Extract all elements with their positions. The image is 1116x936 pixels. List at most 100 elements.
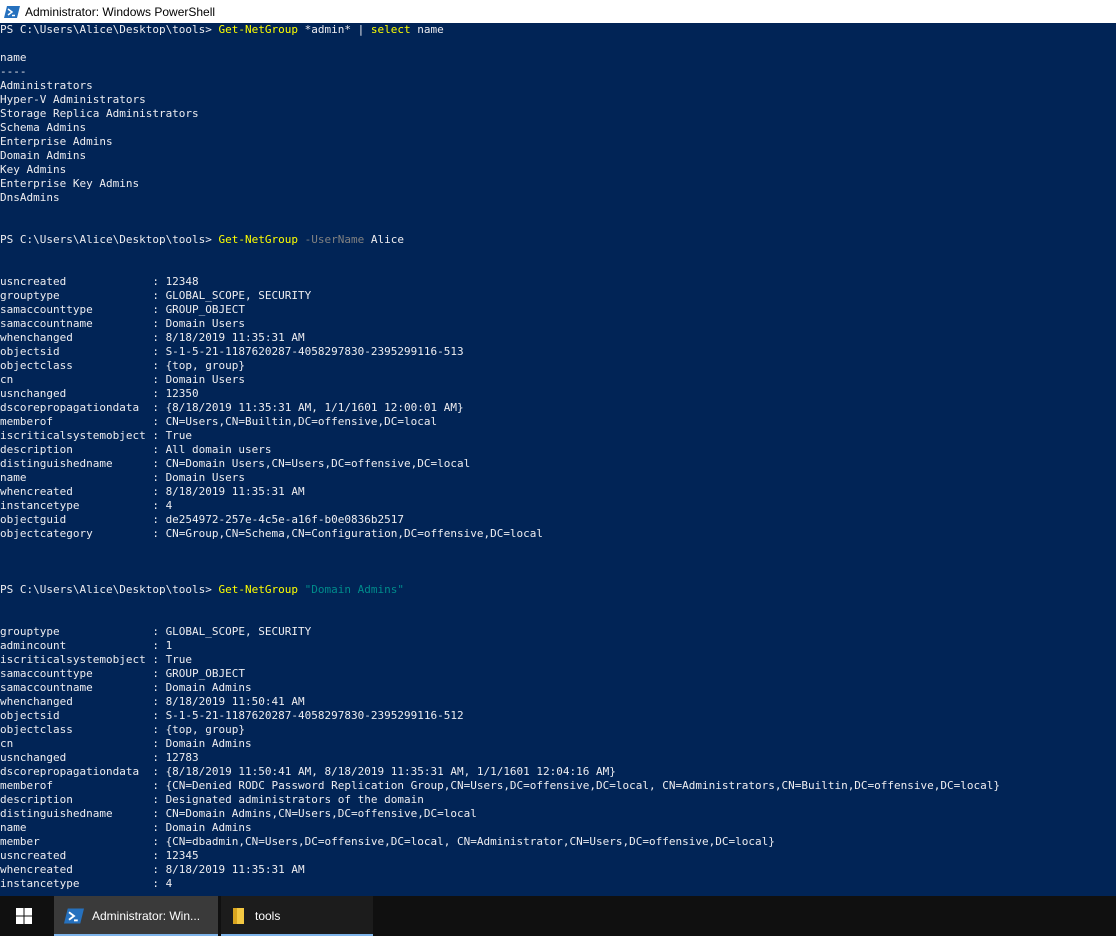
console-line: objectsid : S-1-5-21-1187620287-40582978… bbox=[0, 709, 1116, 723]
console-line: Administrators bbox=[0, 79, 1116, 93]
console-text: instancetype : 4 bbox=[0, 877, 173, 890]
folder-icon bbox=[233, 908, 244, 924]
console-text: memberof : {CN=Denied RODC Password Repl… bbox=[0, 779, 1001, 792]
console-text: objectcategory : CN=Group,CN=Schema,CN=C… bbox=[0, 527, 544, 540]
console-line: whenchanged : 8/18/2019 11:35:31 AM bbox=[0, 331, 1116, 345]
console-line: objectsid : S-1-5-21-1187620287-40582978… bbox=[0, 345, 1116, 359]
console-text: member : {CN=dbadmin,CN=Users,DC=offensi… bbox=[0, 835, 775, 848]
console-text: Domain Admins bbox=[0, 149, 87, 162]
console-line: objectclass : {top, group} bbox=[0, 723, 1116, 737]
console-text: PS C:\Users\Alice\Desktop\tools> bbox=[0, 233, 219, 246]
console-text: Key Admins bbox=[0, 163, 67, 176]
console-line: whencreated : 8/18/2019 11:35:31 AM bbox=[0, 485, 1116, 499]
console-line: admincount : 1 bbox=[0, 639, 1116, 653]
taskbar-item-tools[interactable]: tools bbox=[221, 896, 373, 936]
console-text: grouptype : GLOBAL_SCOPE, SECURITY bbox=[0, 625, 312, 638]
console-line: grouptype : GLOBAL_SCOPE, SECURITY bbox=[0, 289, 1116, 303]
console-line: samaccountname : Domain Users bbox=[0, 317, 1116, 331]
console-text: PS C:\Users\Alice\Desktop\tools> bbox=[0, 23, 219, 36]
console-line: distinguishedname : CN=Domain Users,CN=U… bbox=[0, 457, 1116, 471]
console-line: description : All domain users bbox=[0, 443, 1116, 457]
console-text: dscorepropagationdata : {8/18/2019 11:35… bbox=[0, 401, 464, 414]
console-line: samaccounttype : GROUP_OBJECT bbox=[0, 303, 1116, 317]
title-bar[interactable]: Administrator: Windows PowerShell bbox=[0, 0, 1116, 23]
console-text: Schema Admins bbox=[0, 121, 87, 134]
console-text: samaccounttype : GROUP_OBJECT bbox=[0, 303, 246, 316]
console-text: name : Domain Admins bbox=[0, 821, 252, 834]
console-text: PS C:\Users\Alice\Desktop\tools> bbox=[0, 583, 219, 596]
console-text: admincount : 1 bbox=[0, 639, 173, 652]
start-button[interactable] bbox=[0, 896, 48, 936]
console-line: description : Designated administrators … bbox=[0, 793, 1116, 807]
powershell-icon bbox=[64, 908, 84, 924]
console-text: objectsid : S-1-5-21-1187620287-40582978… bbox=[0, 709, 464, 722]
console-text: usncreated : 12345 bbox=[0, 849, 199, 862]
console-line: dscorepropagationdata : {8/18/2019 11:50… bbox=[0, 765, 1116, 779]
console-text: distinguishedname : CN=Domain Users,CN=U… bbox=[0, 457, 471, 470]
console-text: whenchanged : 8/18/2019 11:35:31 AM bbox=[0, 331, 305, 344]
console-text: objectclass : {top, group} bbox=[0, 723, 246, 736]
console-line: objectguid : de254972-257e-4c5e-a16f-b0e… bbox=[0, 513, 1116, 527]
console-line: DnsAdmins bbox=[0, 191, 1116, 205]
console-line: grouptype : GLOBAL_SCOPE, SECURITY bbox=[0, 625, 1116, 639]
console-text: *admin* | bbox=[298, 23, 371, 36]
console-line: name : Domain Admins bbox=[0, 821, 1116, 835]
console-text: distinguishedname : CN=Domain Admins,CN=… bbox=[0, 807, 477, 820]
console-text: Get-NetGroup bbox=[218, 233, 299, 246]
console-text: select bbox=[370, 23, 411, 36]
console-line: usncreated : 12348 bbox=[0, 275, 1116, 289]
console-text: "Domain Admins" bbox=[304, 583, 404, 596]
console-text: iscriticalsystemobject : True bbox=[0, 429, 193, 442]
console-text: cn : Domain Admins bbox=[0, 737, 252, 750]
console-line: iscriticalsystemobject : True bbox=[0, 653, 1116, 667]
console-line: usnchanged : 12350 bbox=[0, 387, 1116, 401]
console-line: samaccounttype : GROUP_OBJECT bbox=[0, 667, 1116, 681]
console-line: Domain Admins bbox=[0, 149, 1116, 163]
console-line: whenchanged : 8/18/2019 11:50:41 AM bbox=[0, 695, 1116, 709]
console-text: usnchanged : 12783 bbox=[0, 751, 199, 764]
console-line: memberof : {CN=Denied RODC Password Repl… bbox=[0, 779, 1116, 793]
console-text: whencreated : 8/18/2019 11:35:31 AM bbox=[0, 863, 305, 876]
console-line: Storage Replica Administrators bbox=[0, 107, 1116, 121]
console-text: objectguid : de254972-257e-4c5e-a16f-b0e… bbox=[0, 513, 404, 526]
console-line: PS C:\Users\Alice\Desktop\tools> Get-Net… bbox=[0, 583, 1116, 597]
console-line: memberof : CN=Users,CN=Builtin,DC=offens… bbox=[0, 415, 1116, 429]
console-output[interactable]: PS C:\Users\Alice\Desktop\tools> Get-Net… bbox=[0, 23, 1116, 896]
console-text: Enterprise Admins bbox=[0, 135, 113, 148]
console-line: Enterprise Key Admins bbox=[0, 177, 1116, 191]
windows-logo-icon bbox=[16, 908, 32, 924]
console-line: instancetype : 4 bbox=[0, 499, 1116, 513]
console-text: Administrators bbox=[0, 79, 93, 92]
console-line: whencreated : 8/18/2019 11:35:31 AM bbox=[0, 863, 1116, 877]
console-text: Hyper-V Administrators bbox=[0, 93, 146, 106]
console-text: dscorepropagationdata : {8/18/2019 11:50… bbox=[0, 765, 616, 778]
console-line: dscorepropagationdata : {8/18/2019 11:35… bbox=[0, 401, 1116, 415]
console-line: ---- bbox=[0, 65, 1116, 79]
console-line: Enterprise Admins bbox=[0, 135, 1116, 149]
console-text: name bbox=[410, 23, 444, 36]
console-text: samaccountname : Domain Admins bbox=[0, 681, 252, 694]
console-line: samaccountname : Domain Admins bbox=[0, 681, 1116, 695]
console-line: name bbox=[0, 51, 1116, 65]
console-line: cn : Domain Admins bbox=[0, 737, 1116, 751]
console-text: name bbox=[0, 51, 27, 64]
console-text: whenchanged : 8/18/2019 11:50:41 AM bbox=[0, 695, 305, 708]
console-line: usnchanged : 12783 bbox=[0, 751, 1116, 765]
console-line: Key Admins bbox=[0, 163, 1116, 177]
console-text: samaccountname : Domain Users bbox=[0, 317, 246, 330]
console-text: iscriticalsystemobject : True bbox=[0, 653, 193, 666]
console-line: Hyper-V Administrators bbox=[0, 93, 1116, 107]
console-text: samaccounttype : GROUP_OBJECT bbox=[0, 667, 246, 680]
console-text: usnchanged : 12350 bbox=[0, 387, 199, 400]
taskbar-item-powershell[interactable]: Administrator: Win... bbox=[54, 896, 218, 936]
console-text: description : All domain users bbox=[0, 443, 272, 456]
console-line: cn : Domain Users bbox=[0, 373, 1116, 387]
console-line: iscriticalsystemobject : True bbox=[0, 429, 1116, 443]
